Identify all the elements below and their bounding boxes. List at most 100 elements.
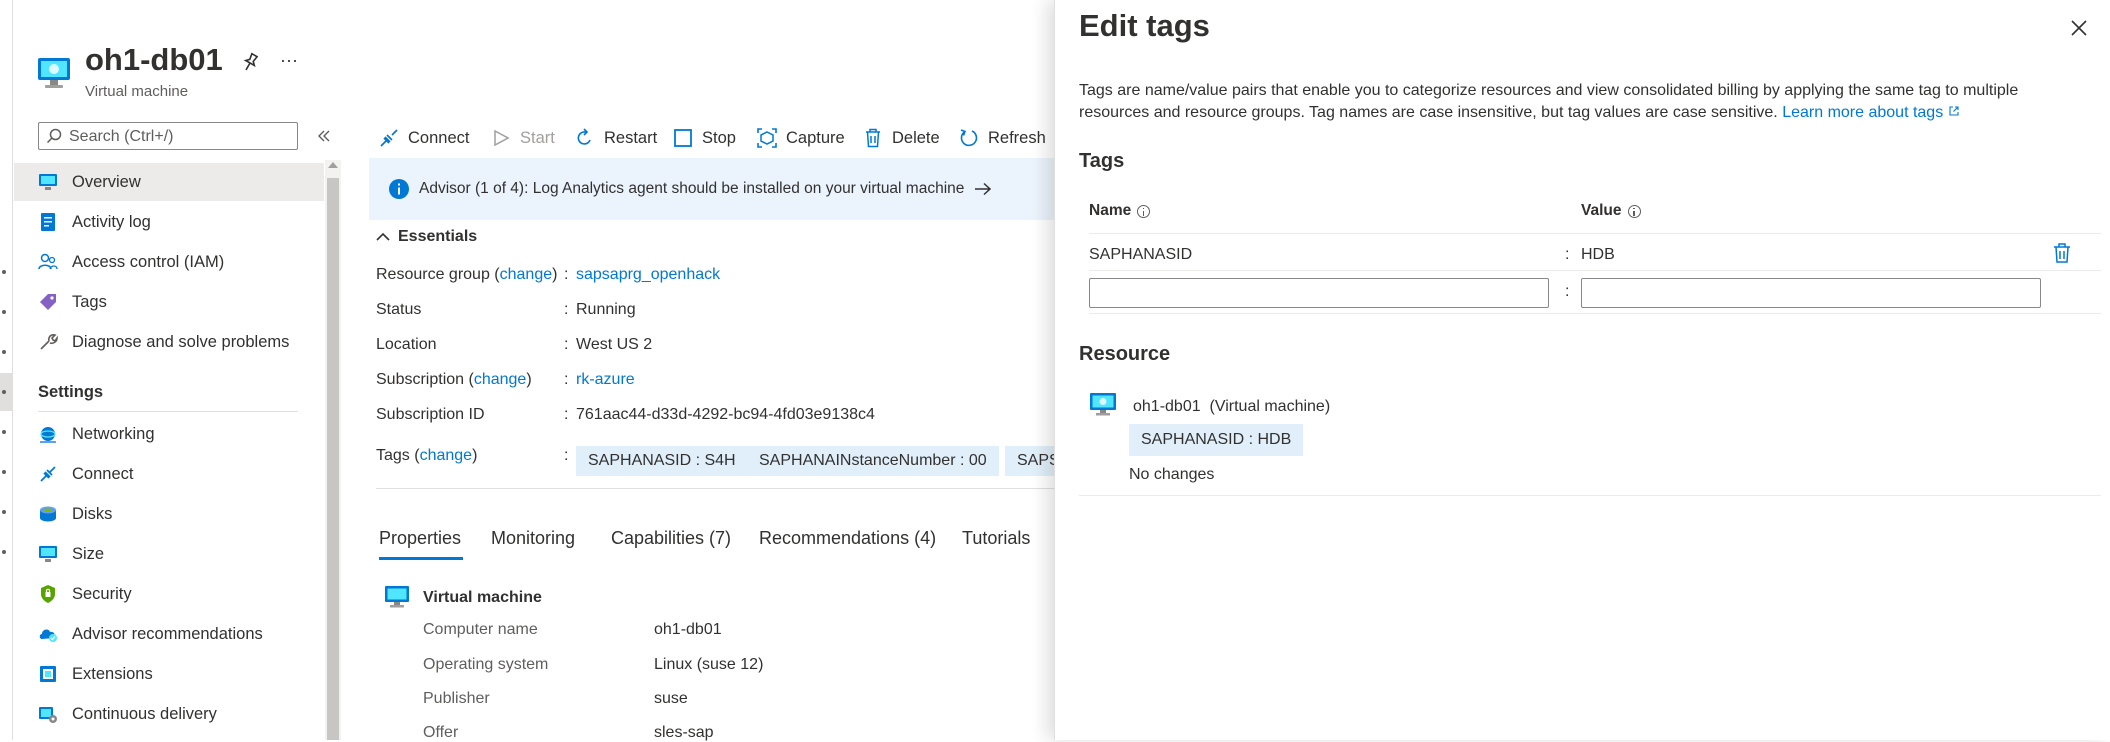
- monitor-icon: [36, 170, 60, 194]
- resource-name: oh1-db01 (Virtual machine): [1133, 398, 1331, 415]
- start-label: Start: [520, 128, 555, 147]
- subscription-label: Subscription (change): [376, 371, 532, 388]
- sidebar-item-continuous-delivery[interactable]: Continuous delivery: [14, 695, 324, 733]
- sidebar-item-extensions[interactable]: Extensions: [14, 655, 324, 693]
- sidebar-divider: [38, 411, 298, 412]
- subscription-id-label: Subscription ID: [376, 406, 485, 423]
- resource-type: (Virtual machine): [1209, 398, 1331, 415]
- property-key: Offer: [423, 724, 459, 741]
- tag-pill: SAPHANASID : S4H: [576, 446, 748, 476]
- search-input[interactable]: [67, 126, 296, 148]
- play-icon: [490, 127, 512, 149]
- colon-separator: :: [564, 301, 569, 318]
- essentials-toggle[interactable]: Essentials: [376, 228, 477, 246]
- colon-separator: :: [564, 266, 569, 283]
- connect-icon: [378, 127, 400, 149]
- colon-separator: :: [564, 336, 569, 353]
- colon-separator: :: [564, 447, 569, 464]
- property-key: Publisher: [423, 690, 490, 707]
- scrollbar-thumb[interactable]: [327, 178, 339, 740]
- table-row-divider: [1089, 270, 2101, 271]
- refresh-button[interactable]: Refresh: [958, 122, 1046, 154]
- tab-properties[interactable]: Properties: [379, 528, 461, 549]
- tab-tutorials[interactable]: Tutorials: [962, 528, 1030, 549]
- location-label: Location: [376, 336, 437, 353]
- stop-button[interactable]: Stop: [672, 122, 736, 154]
- people-icon: [36, 250, 60, 274]
- name-column-header: Name: [1089, 202, 1151, 220]
- new-tag-name-input[interactable]: [1089, 278, 1549, 308]
- colon-separator: :: [1565, 246, 1570, 263]
- connect-icon: [36, 462, 60, 486]
- properties-section-title: Virtual machine: [423, 589, 542, 606]
- delete-tag-icon[interactable]: [2053, 242, 2071, 269]
- location-value: West US 2: [576, 336, 653, 353]
- sidebar-item-label: Advisor recommendations: [72, 624, 263, 643]
- sidebar-item-label: Connect: [72, 464, 134, 483]
- sidebar-item-networking[interactable]: Networking: [14, 415, 324, 453]
- pin-icon[interactable]: [240, 52, 260, 74]
- sidebar-item-label: Size: [72, 544, 105, 563]
- change-tags-link[interactable]: change: [420, 447, 473, 464]
- active-tab-indicator: [379, 557, 463, 560]
- sidebar-item-access-control[interactable]: Access control (IAM): [14, 243, 324, 281]
- tab-recommendations[interactable]: Recommendations (4): [759, 528, 936, 549]
- capture-button[interactable]: Capture: [756, 122, 845, 154]
- sidebar-item-advisor[interactable]: Advisor recommendations: [14, 615, 324, 653]
- new-tag-value-input[interactable]: [1581, 278, 2041, 308]
- delete-label: Delete: [892, 128, 940, 147]
- property-value: suse: [654, 690, 688, 707]
- restart-button[interactable]: Restart: [574, 122, 657, 154]
- info-icon[interactable]: [1137, 204, 1151, 218]
- change-resource-group-link[interactable]: change: [500, 266, 553, 283]
- edit-tags-panel: Edit tags Tags are name/value pairs that…: [1054, 0, 2110, 740]
- underlying-blade-edge: [0, 0, 13, 740]
- property-value: sles-sap: [654, 724, 714, 741]
- start-button[interactable]: Start: [490, 122, 555, 154]
- subscription-id-value: 761aac44-d33d-4292-bc94-4fd03e9138c4: [576, 406, 875, 423]
- delete-button[interactable]: Delete: [862, 122, 940, 154]
- sidebar-item-overview[interactable]: Overview: [14, 163, 324, 201]
- advisor-message: Advisor (1 of 4): Log Analytics agent sh…: [419, 180, 965, 197]
- disks-icon: [36, 502, 60, 526]
- essentials-divider: [376, 488, 1054, 489]
- activity-log-icon: [36, 210, 60, 234]
- sidebar-item-security[interactable]: Security: [14, 575, 324, 613]
- resource-group-link[interactable]: sapsaprg_openhack: [576, 266, 720, 284]
- sidebar-scrollbar[interactable]: [325, 160, 341, 740]
- sidebar-item-label: Extensions: [72, 664, 153, 683]
- property-key: Computer name: [423, 621, 538, 638]
- change-subscription-link[interactable]: change: [474, 371, 527, 388]
- sidebar-item-label: Tags: [72, 292, 107, 311]
- resource-divider: [1079, 495, 2101, 496]
- connect-button[interactable]: Connect: [378, 122, 469, 154]
- close-icon[interactable]: [2067, 16, 2091, 40]
- info-icon[interactable]: [1627, 204, 1641, 218]
- sidebar-item-label: Overview: [72, 172, 141, 191]
- stop-label: Stop: [702, 128, 736, 147]
- tab-monitoring[interactable]: Monitoring: [491, 528, 575, 549]
- refresh-icon: [958, 127, 980, 149]
- sidebar-item-disks[interactable]: Disks: [14, 495, 324, 533]
- size-icon: [36, 542, 60, 566]
- search-box[interactable]: [38, 122, 298, 150]
- sidebar-item-diagnose[interactable]: Diagnose and solve problems: [14, 323, 324, 361]
- sidebar-item-label: Activity log: [72, 212, 151, 231]
- essentials-heading: Essentials: [398, 228, 478, 245]
- info-icon: [389, 179, 409, 199]
- tab-capabilities[interactable]: Capabilities (7): [611, 528, 731, 549]
- advisor-banner[interactable]: Advisor (1 of 4): Log Analytics agent sh…: [369, 158, 1055, 220]
- subscription-link[interactable]: rk-azure: [576, 371, 635, 389]
- tag-icon: [36, 290, 60, 314]
- learn-more-link[interactable]: Learn more about tags: [1782, 104, 1959, 121]
- sidebar-item-size[interactable]: Size: [14, 535, 324, 573]
- collapse-sidebar-icon[interactable]: [316, 128, 332, 149]
- property-value: Linux (suse 12): [654, 656, 764, 673]
- colon-separator: :: [1565, 283, 1570, 300]
- status-label: Status: [376, 301, 422, 318]
- sidebar-item-activity-log[interactable]: Activity log: [14, 203, 324, 241]
- sidebar-item-connect[interactable]: Connect: [14, 455, 324, 493]
- scroll-up-icon[interactable]: [328, 162, 338, 168]
- sidebar-item-tags[interactable]: Tags: [14, 283, 324, 321]
- more-options-icon[interactable]: ···: [280, 50, 298, 71]
